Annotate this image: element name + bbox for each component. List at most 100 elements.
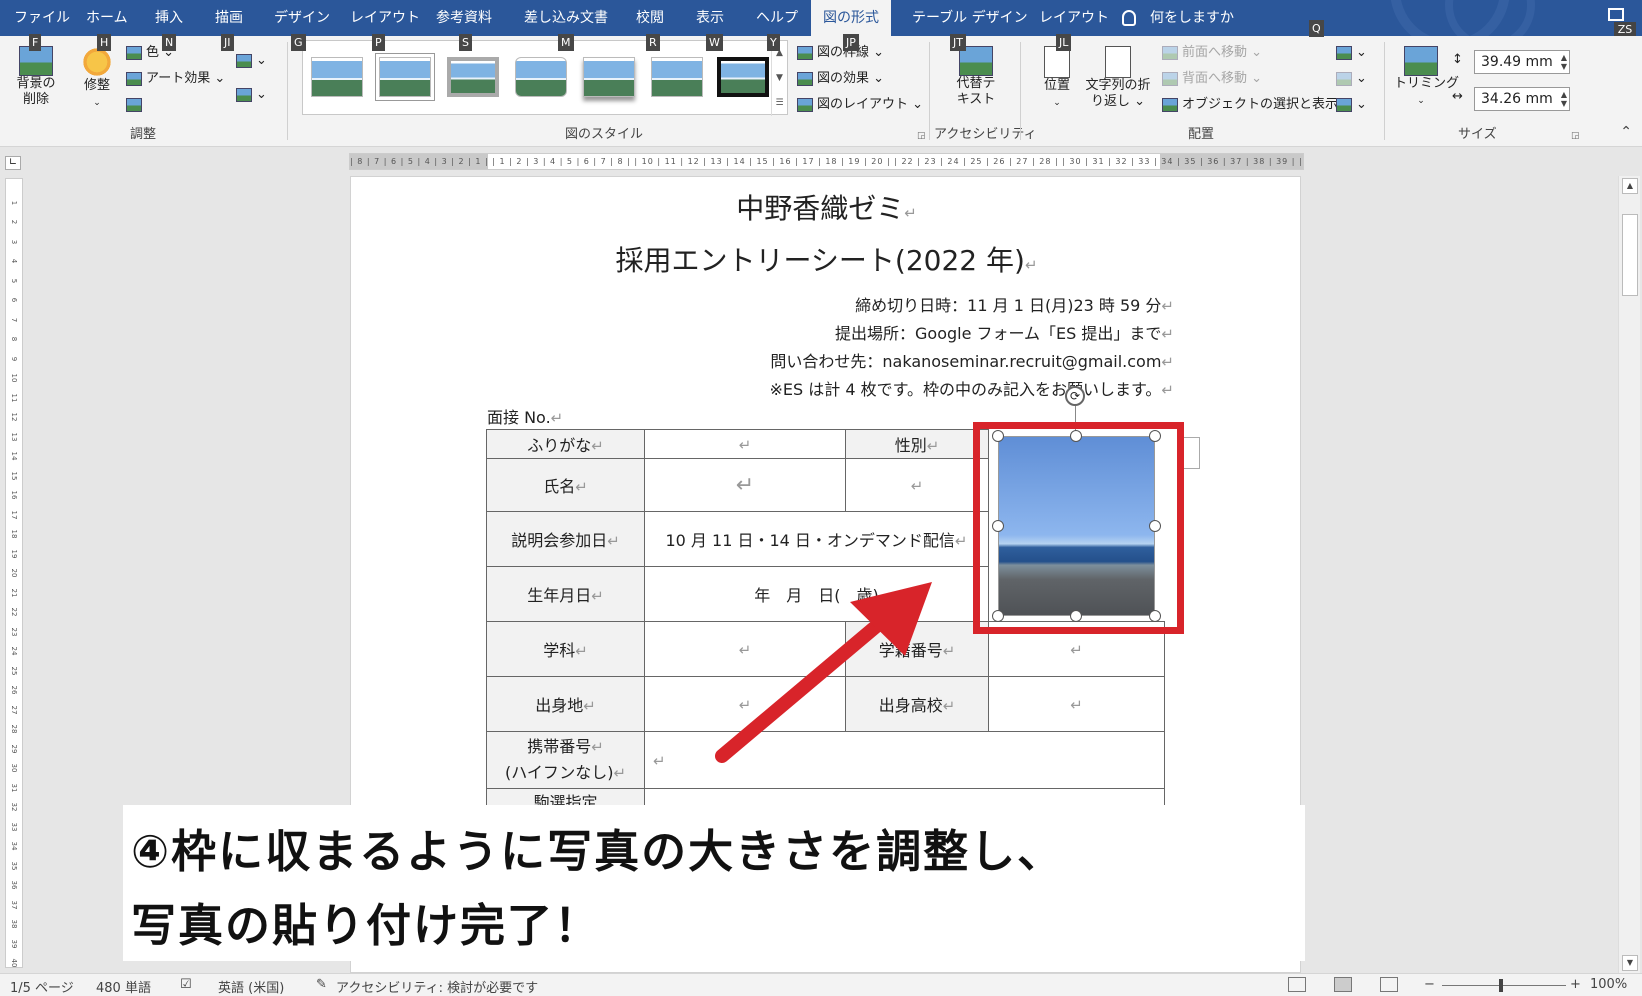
doc-contact: 問い合わせ先：nakanoseminar.recruit@gmail.com↵ [770,352,1174,371]
high-school-cell[interactable]: ↵ [988,676,1165,732]
proofing-icon[interactable]: ☑ [180,977,192,992]
alt-text-button[interactable]: 代替テ キスト [950,46,1002,108]
group-objects-button[interactable]: ⌄ [1336,70,1367,88]
scroll-down-icon[interactable]: ▼ [1622,955,1638,971]
rotate-button[interactable]: ⌄ [1336,96,1367,114]
inserted-photo[interactable] [998,436,1155,616]
artistic-effects-icon [126,71,142,86]
scroll-up-icon[interactable]: ▲ [1622,178,1638,194]
comment-icon[interactable] [1608,8,1624,21]
tab-design[interactable]: デザイン [274,0,330,36]
picture-style-thumb[interactable] [311,57,363,97]
tab-help[interactable]: ヘルプ [756,0,798,36]
wrap-text-button[interactable]: 文字列の折 り返し ⌄ [1082,46,1154,110]
rotate-handle-icon[interactable]: ⟳ [1065,386,1085,406]
keytip-references: S [459,34,472,51]
web-layout-icon[interactable] [1380,977,1398,992]
tab-references[interactable]: 参考資料 [436,0,492,36]
compress-pictures-button[interactable]: ⌄ [236,52,267,70]
picture-style-thumb[interactable] [447,57,499,97]
resize-handle[interactable] [992,610,1004,622]
zoom-in-icon[interactable]: + [1570,977,1581,992]
gallery-scroll[interactable]: ▲ ▼ ☰ [771,41,787,116]
furigana-cell[interactable]: ↵ [644,429,846,459]
styles-launcher-icon[interactable]: ◲ [917,131,926,141]
vertical-scrollbar[interactable]: ▲ ▼ [1618,176,1640,973]
corrections-button[interactable]: 修整 ⌄ [78,46,116,111]
resize-handle[interactable] [992,430,1004,442]
crop-button[interactable]: トリミング ⌄ [1394,46,1459,109]
page-count[interactable]: 1/5 ページ [10,977,74,996]
wrap-text-label: 文字列の折 り返し [1085,78,1151,109]
size-launcher-icon[interactable]: ◲ [1571,131,1580,141]
horizontal-ruler[interactable]: | 8 | 7 | 6 | 5 | 4 | 3 | 2 | 1 | | 1 | … [349,153,1304,170]
bring-forward-button[interactable]: 前面へ移動 ⌄ [1162,44,1262,62]
picture-style-thumb[interactable] [651,57,703,97]
send-backward-button[interactable]: 背面へ移動 ⌄ [1162,70,1262,88]
align-button[interactable]: ⌄ [1336,44,1367,62]
word-count[interactable]: 480 単語 [96,977,151,996]
transparency-button[interactable] [126,96,146,114]
width-spinner-icon[interactable]: ▲ ▼ [1561,90,1567,108]
picture-style-thumb[interactable] [515,57,567,97]
resize-handle[interactable] [1149,610,1161,622]
tab-table-layout[interactable]: レイアウト [1039,0,1109,36]
picture-layout-button[interactable]: 図のレイアウト ⌄ [797,96,923,114]
height-spinner-icon[interactable]: ▲ ▼ [1561,53,1567,71]
remove-background-label: 背景の 削除 [16,76,56,107]
artistic-effects-button[interactable]: アート効果 ⌄ [126,70,225,88]
gender-cell[interactable]: ↵ [845,458,989,512]
scroll-thumb[interactable] [1622,214,1638,296]
birthday-label: 生年月日↵ [486,566,645,622]
vruler-tick: 33 [10,822,18,831]
resize-handle[interactable] [1070,430,1082,442]
width-input[interactable]: 34.26 mm ▲ ▼ [1474,87,1570,111]
remove-background-button[interactable]: 背景の 削除 [12,46,60,108]
picture-border-button[interactable]: 図の枠線 ⌄ [797,44,884,62]
tab-selector[interactable]: ∟ [5,156,21,170]
tab-view[interactable]: 表示 [696,0,724,36]
position-button[interactable]: 位置 ⌄ [1040,46,1074,111]
selection-pane-button[interactable]: オブジェクトの選択と表示 [1162,96,1338,114]
tab-table-design[interactable]: テーブル デザイン [912,0,1028,36]
resize-handle[interactable] [1149,520,1161,532]
picture-effects-label: 図の効果 [817,71,870,86]
zoom-out-icon[interactable]: − [1424,977,1435,992]
picture-style-thumb[interactable] [583,57,635,97]
student-number-cell[interactable]: ↵ [988,621,1165,677]
zoom-slider[interactable] [1442,985,1566,986]
tab-home[interactable]: ホーム [86,0,128,36]
picture-style-thumb[interactable] [379,57,431,97]
resize-handle[interactable] [1070,610,1082,622]
tab-mailings[interactable]: 差し込み文書 [524,0,608,36]
tab-review[interactable]: 校閲 [636,0,664,36]
tab-picture-format[interactable]: 図の形式 [811,0,891,36]
layout-options-icon[interactable] [1178,437,1200,469]
picture-effects-button[interactable]: 図の効果 ⌄ [797,70,884,88]
accessibility-status[interactable]: アクセシビリティ: 検討が必要です [336,977,538,996]
height-input[interactable]: 39.49 mm ▲ ▼ [1474,50,1570,74]
collapse-ribbon-icon[interactable]: ⌃ [1620,124,1632,140]
gallery-down-icon[interactable]: ▼ [772,66,787,91]
zoom-slider-knob[interactable] [1499,979,1503,992]
tab-layout[interactable]: レイアウト [350,0,420,36]
zoom-level[interactable]: 100% [1590,977,1627,992]
gallery-more-icon[interactable]: ☰ [772,91,787,116]
resize-handle[interactable] [992,520,1004,532]
picture-styles-gallery[interactable]: ▲ ▼ ☰ [302,40,788,116]
name-cell[interactable]: ↵ [644,458,846,512]
resize-handle[interactable] [1149,430,1161,442]
language-indicator[interactable]: 英語 (米国) [218,977,284,996]
picture-style-thumb[interactable] [717,57,769,97]
read-mode-icon[interactable] [1288,977,1306,992]
tab-insert[interactable]: 挿入 [155,0,183,36]
reset-picture-button[interactable]: ⌄ [236,86,267,104]
vruler-tick: 23 [10,627,18,636]
tab-file[interactable]: ファイル [14,0,70,36]
tab-draw[interactable]: 描画 [215,0,243,36]
session-date-cell[interactable]: 10 月 11 日・14 日・オンデマンド配信↵ [644,511,989,567]
print-layout-icon[interactable] [1334,977,1352,992]
vertical-ruler[interactable]: 1 2 3 4 5 6 7 8 9 10 11 12 13 14 15 16 17 18 19 20 21 22 23 24 2… [5,178,23,968]
send-backward-icon [1162,71,1178,86]
tell-me-search[interactable]: 何をしますか [1122,0,1234,36]
